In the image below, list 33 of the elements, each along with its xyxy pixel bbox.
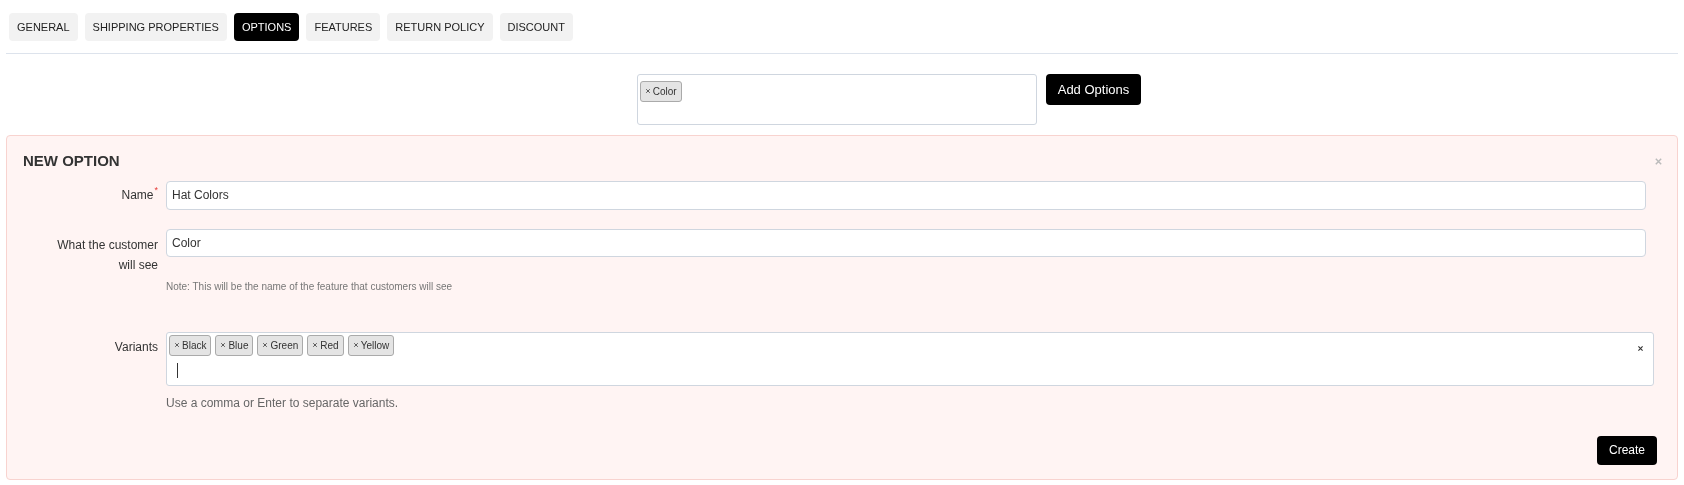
name-input[interactable]: Hat Colors: [166, 180, 1646, 210]
tab[interactable]: OPTIONS: [233, 13, 300, 41]
create-button[interactable]: Create: [1596, 435, 1657, 465]
help-text: Use a comma or Enter to separate variants.: [166, 394, 400, 412]
tag-chip: Green: [257, 334, 304, 356]
tab[interactable]: SHIPPING PROPERTIES: [84, 13, 227, 41]
remove-icon[interactable]: [352, 342, 359, 348]
field-note: Note: This will be the name of the feature that customers will see: [166, 279, 454, 294]
remove-icon[interactable]: [220, 342, 227, 348]
tag-chip: Color: [639, 80, 682, 102]
field-label: Name: [121, 187, 154, 204]
text-cursor: [177, 362, 178, 378]
tag-chip: Blue: [215, 334, 254, 356]
options-tag-field[interactable]: Color: [636, 74, 1037, 125]
clear-icon[interactable]: [1637, 344, 1644, 352]
required-mark: *: [154, 186, 158, 197]
tab[interactable]: GENERAL: [9, 13, 78, 41]
tag-chip: Black: [169, 334, 212, 356]
tag-chip: Yellow: [347, 334, 395, 356]
variants-tag-field[interactable]: Black Blue Green Red Yellow: [166, 331, 1654, 386]
tag-chip: Red: [307, 334, 344, 356]
panel-title: NEW OPTION: [23, 151, 120, 171]
remove-icon[interactable]: [312, 342, 319, 348]
customer-name-input[interactable]: Color: [166, 228, 1646, 257]
remove-icon[interactable]: [644, 88, 651, 94]
tab[interactable]: DISCOUNT: [499, 13, 573, 41]
remove-icon[interactable]: [262, 342, 269, 348]
field-label: What the customer will see: [56, 236, 158, 274]
remove-icon[interactable]: [174, 342, 180, 348]
add-options-button[interactable]: Add Options: [1045, 74, 1142, 105]
tab[interactable]: FEATURES: [306, 13, 381, 41]
field-label: Variants: [114, 338, 158, 356]
tab[interactable]: RETURN POLICY: [387, 13, 493, 41]
